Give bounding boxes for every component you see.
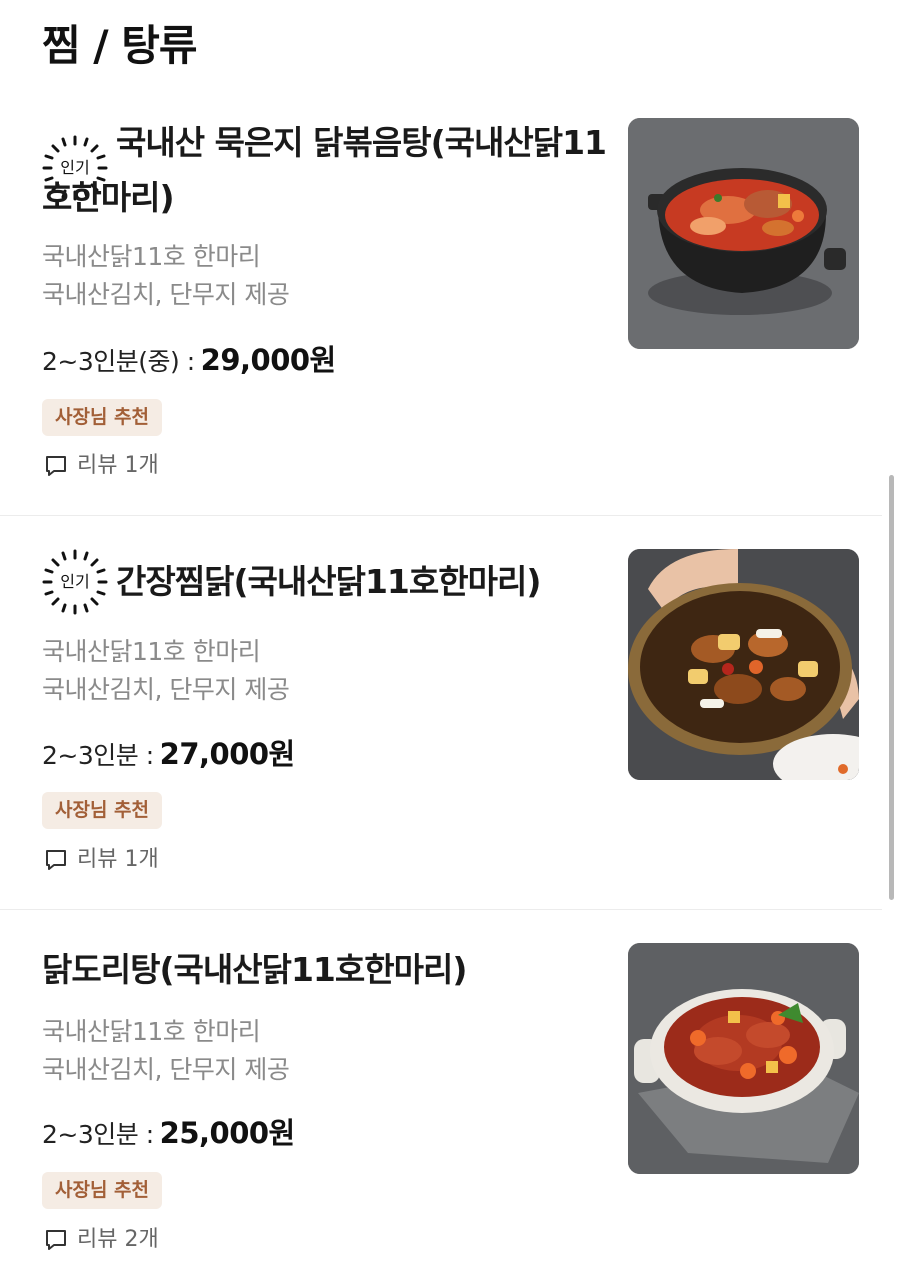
desc-line: 국내산김치, 단무지 제공 <box>42 280 290 309</box>
item-name[interactable]: 간장찜닭(국내산닭11호한마리) <box>42 554 617 609</box>
speech-bubble-icon <box>46 456 66 476</box>
desc-line: 국내산김치, 단무지 제공 <box>42 675 290 704</box>
menu-item[interactable]: 인기 국내산 묵은지 닭볶음탕(국내산닭11호한마리) 국내산닭11호 한마리 … <box>0 0 900 516</box>
menu-item[interactable]: 닭도리탕(국내산닭11호한마리) 국내산닭11호 한마리 국내산김치, 단무지 … <box>0 910 900 1267</box>
item-description: 국내산닭11호 한마리 국내산김치, 단무지 제공 <box>42 1013 290 1089</box>
price-value: 25,000원 <box>159 1116 296 1150</box>
price-label: 2~3인분 : <box>42 741 154 770</box>
review-text: 리뷰 2개 <box>77 1227 159 1252</box>
price-label: 2~3인분 : <box>42 1120 154 1149</box>
price-row: 2~3인분(중) :29,000원 <box>42 337 336 379</box>
recommend-tag: 사장님 추천 <box>42 792 163 829</box>
desc-line: 국내산김치, 단무지 제공 <box>42 1055 290 1084</box>
food-photo[interactable] <box>628 549 859 780</box>
price-row: 2~3인분 :27,000원 <box>42 731 295 773</box>
speech-bubble-icon <box>46 1230 66 1250</box>
food-photo[interactable] <box>628 118 859 349</box>
review-text: 리뷰 1개 <box>77 847 159 872</box>
desc-line: 국내산닭11호 한마리 <box>42 1017 261 1046</box>
price-row: 2~3인분 :25,000원 <box>42 1110 295 1152</box>
price-label: 2~3인분(중) : <box>42 347 195 376</box>
menu-item[interactable]: 인기 간장찜닭(국내산닭11호한마리) 국내산닭11호 한마리 국내산김치, 단… <box>0 516 900 910</box>
item-name[interactable]: 국내산 묵은지 닭볶음탕(국내산닭11호한마리) <box>42 115 617 225</box>
item-description: 국내산닭11호 한마리 국내산김치, 단무지 제공 <box>42 238 290 314</box>
food-photo[interactable] <box>628 943 859 1174</box>
recommend-tag: 사장님 추천 <box>42 399 163 436</box>
item-description: 국내산닭11호 한마리 국내산김치, 단무지 제공 <box>42 633 290 709</box>
scrollbar[interactable] <box>889 475 894 900</box>
item-name[interactable]: 닭도리탕(국내산닭11호한마리) <box>42 942 617 997</box>
price-value: 29,000원 <box>200 343 337 377</box>
desc-line: 국내산닭11호 한마리 <box>42 242 261 271</box>
recommend-tag: 사장님 추천 <box>42 1172 163 1209</box>
desc-line: 국내산닭11호 한마리 <box>42 637 261 666</box>
speech-bubble-icon <box>46 850 66 870</box>
price-value: 27,000원 <box>159 737 296 771</box>
review-text: 리뷰 1개 <box>77 453 159 478</box>
